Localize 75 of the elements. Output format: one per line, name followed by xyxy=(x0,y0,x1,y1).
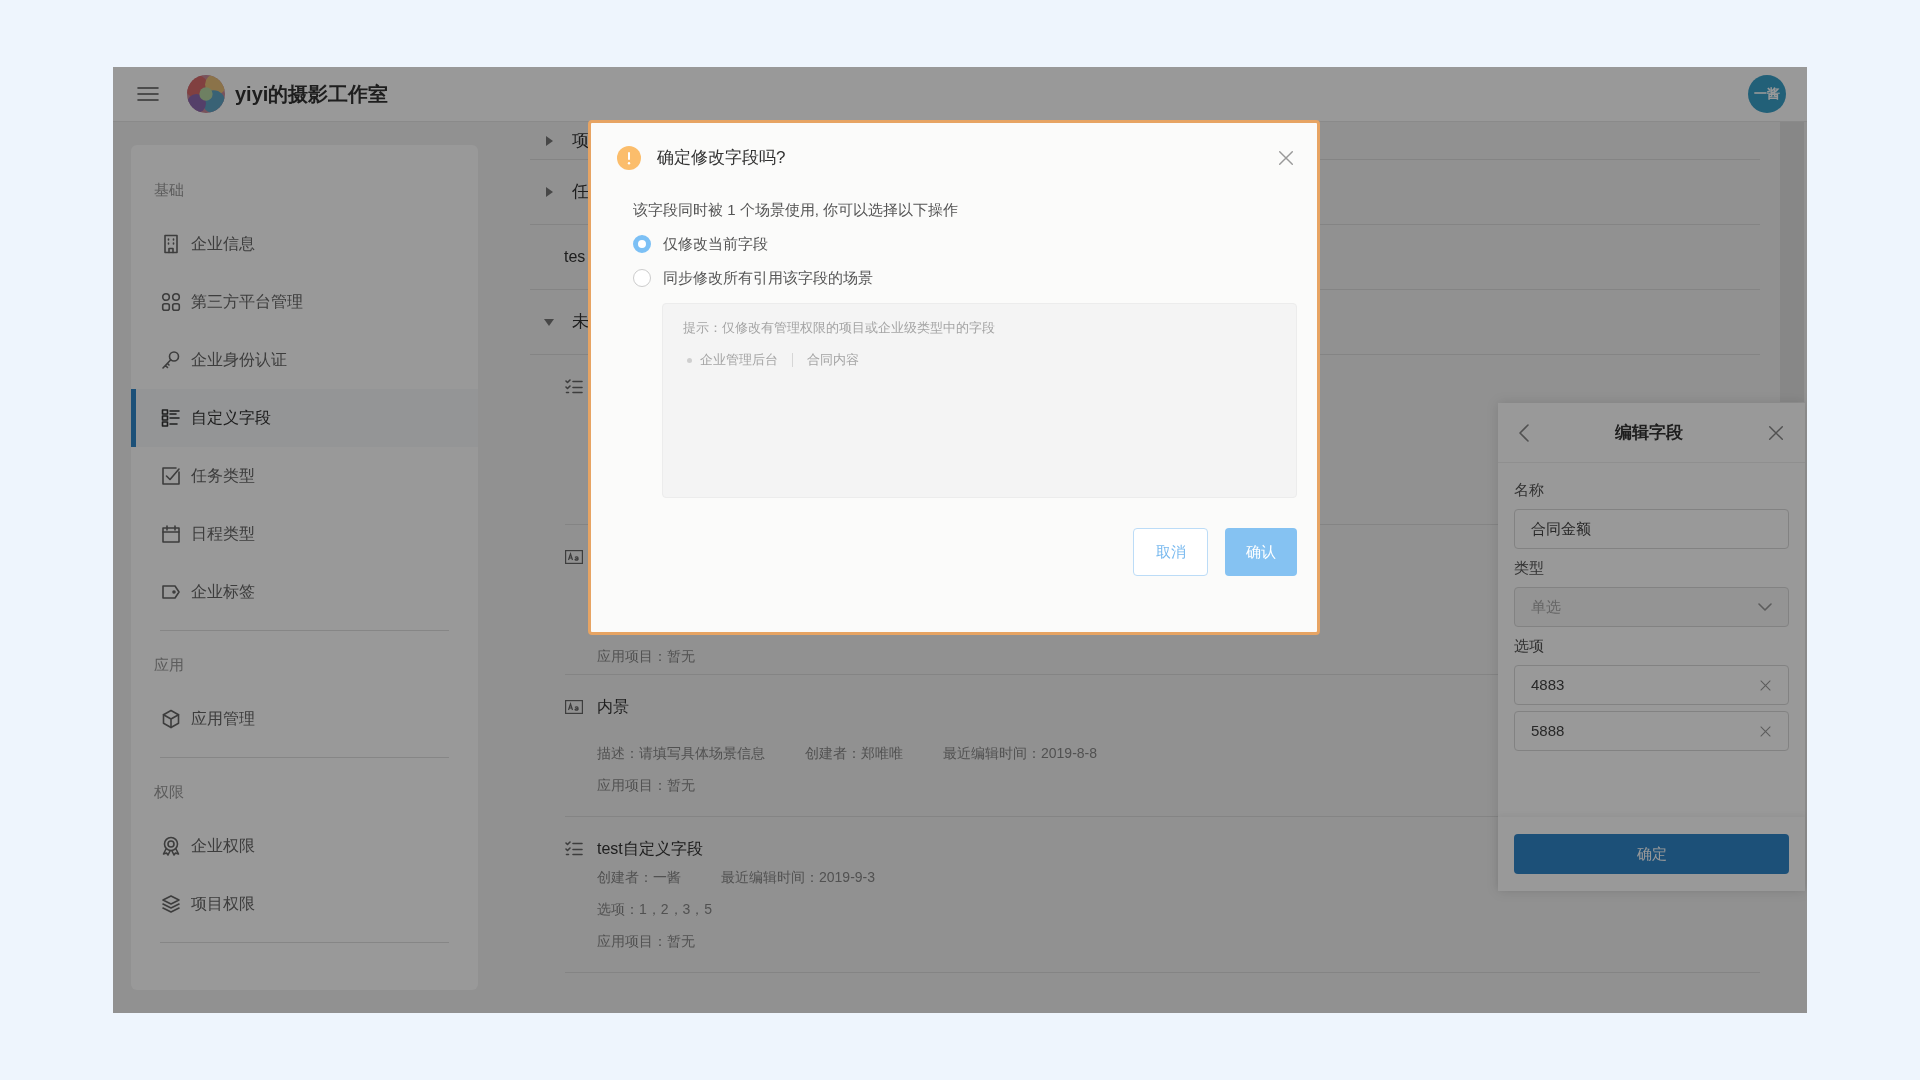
calendar-icon xyxy=(161,524,181,544)
expand-arrow-icon[interactable] xyxy=(544,135,554,146)
field-meta: 创建者：郑唯唯 xyxy=(805,743,903,763)
checklist-icon xyxy=(565,379,583,395)
badge-icon xyxy=(161,836,181,856)
sidebar-item[interactable]: 企业标签 xyxy=(131,563,478,621)
scrollbar[interactable] xyxy=(1780,122,1804,402)
radio-button[interactable] xyxy=(633,235,651,253)
radio-button[interactable] xyxy=(633,269,651,287)
group-label[interactable]: 项 xyxy=(572,127,589,154)
app-title: yiyi的摄影工作室 xyxy=(235,82,389,107)
sidebar-item[interactable]: 项目权限 xyxy=(131,875,478,933)
usage-source: 企业管理后台 xyxy=(700,351,778,370)
sidebar-item[interactable]: 应用管理 xyxy=(131,690,478,748)
section-heading: 权限 xyxy=(153,781,185,802)
text-type-icon xyxy=(565,700,583,714)
field-meta: 描述：请填写具体场景信息 xyxy=(597,743,765,763)
sidebar-item[interactable]: 日程类型 xyxy=(131,505,478,563)
key-icon xyxy=(161,350,181,370)
section-heading: 应用 xyxy=(153,654,185,675)
list-icon xyxy=(161,408,181,428)
bullet-icon xyxy=(687,357,692,363)
sidebar-item[interactable]: 企业信息 xyxy=(131,215,478,273)
sidebar-item[interactable]: 企业权限 xyxy=(131,817,478,875)
field-meta: 最近编辑时间：2019-9-3 xyxy=(721,867,876,887)
option-input[interactable]: 5888 xyxy=(1514,711,1789,751)
remove-icon[interactable] xyxy=(1759,678,1772,692)
field-meta: 最近编辑时间：2019-8-8 xyxy=(943,743,1098,763)
text-type-icon xyxy=(565,550,583,564)
user-avatar[interactable]: 一酱 xyxy=(1748,75,1786,113)
name-input[interactable]: 合同金额 xyxy=(1514,509,1789,549)
sidebar-item[interactable]: 企业身份认证 xyxy=(131,331,478,389)
menu-icon[interactable] xyxy=(137,86,159,102)
cancel-button[interactable]: 取消 xyxy=(1133,528,1208,576)
sidebar-item[interactable]: 任务类型 xyxy=(131,447,478,505)
field-label: 类型 xyxy=(1514,557,1545,578)
field-title: 内景 xyxy=(597,697,629,717)
field-meta: 创建者：一酱 xyxy=(597,867,681,887)
row-label[interactable]: tes xyxy=(564,245,586,269)
dropdown-icon xyxy=(1758,603,1772,611)
sidebar-item[interactable]: 自定义字段 xyxy=(131,389,478,447)
collapse-arrow-icon[interactable] xyxy=(544,317,554,327)
warning-icon xyxy=(617,146,641,170)
field-meta: 选项：1，2，3，5 xyxy=(597,899,713,919)
expand-arrow-icon[interactable] xyxy=(544,187,554,197)
group-label[interactable]: 未 xyxy=(572,309,589,335)
hint-text: 提示：仅修改有管理权限的项目或企业级类型中的字段 xyxy=(683,319,996,338)
tag-icon xyxy=(161,582,181,602)
confirm-button[interactable]: 确定 xyxy=(1514,834,1789,874)
checkbox-icon xyxy=(161,466,181,486)
building-icon xyxy=(161,234,181,254)
field-title: test自定义字段 xyxy=(597,839,703,859)
field-meta: 应用项目：暂无 xyxy=(597,931,695,951)
back-icon[interactable] xyxy=(1518,422,1530,443)
radio-label[interactable]: 同步修改所有引用该字段的场景 xyxy=(663,266,873,290)
layers-icon xyxy=(161,894,181,914)
panel-title: 编辑字段 xyxy=(1614,421,1683,444)
dialog-message: 该字段同时被 1 个场景使用, 你可以选择以下操作 xyxy=(632,199,959,220)
checklist-icon xyxy=(565,841,583,857)
close-icon[interactable] xyxy=(1277,149,1295,167)
radio-label[interactable]: 仅修改当前字段 xyxy=(663,232,768,256)
grid-icon xyxy=(161,292,181,312)
field-meta: 应用项目：暂无 xyxy=(597,775,695,795)
cube-icon xyxy=(161,709,181,729)
field-meta: 应用项目：暂无 xyxy=(597,646,695,666)
dialog-title: 确定修改字段吗? xyxy=(657,147,786,170)
close-icon[interactable] xyxy=(1767,423,1785,442)
field-label: 名称 xyxy=(1514,479,1545,500)
usage-name: 合同内容 xyxy=(807,351,859,370)
group-label[interactable]: 任 xyxy=(572,179,589,205)
section-heading: 基础 xyxy=(153,179,185,200)
sidebar-item[interactable]: 第三方平台管理 xyxy=(131,273,478,331)
remove-icon[interactable] xyxy=(1759,724,1772,738)
field-label: 选项 xyxy=(1514,635,1545,656)
option-input[interactable]: 4883 xyxy=(1514,665,1789,705)
